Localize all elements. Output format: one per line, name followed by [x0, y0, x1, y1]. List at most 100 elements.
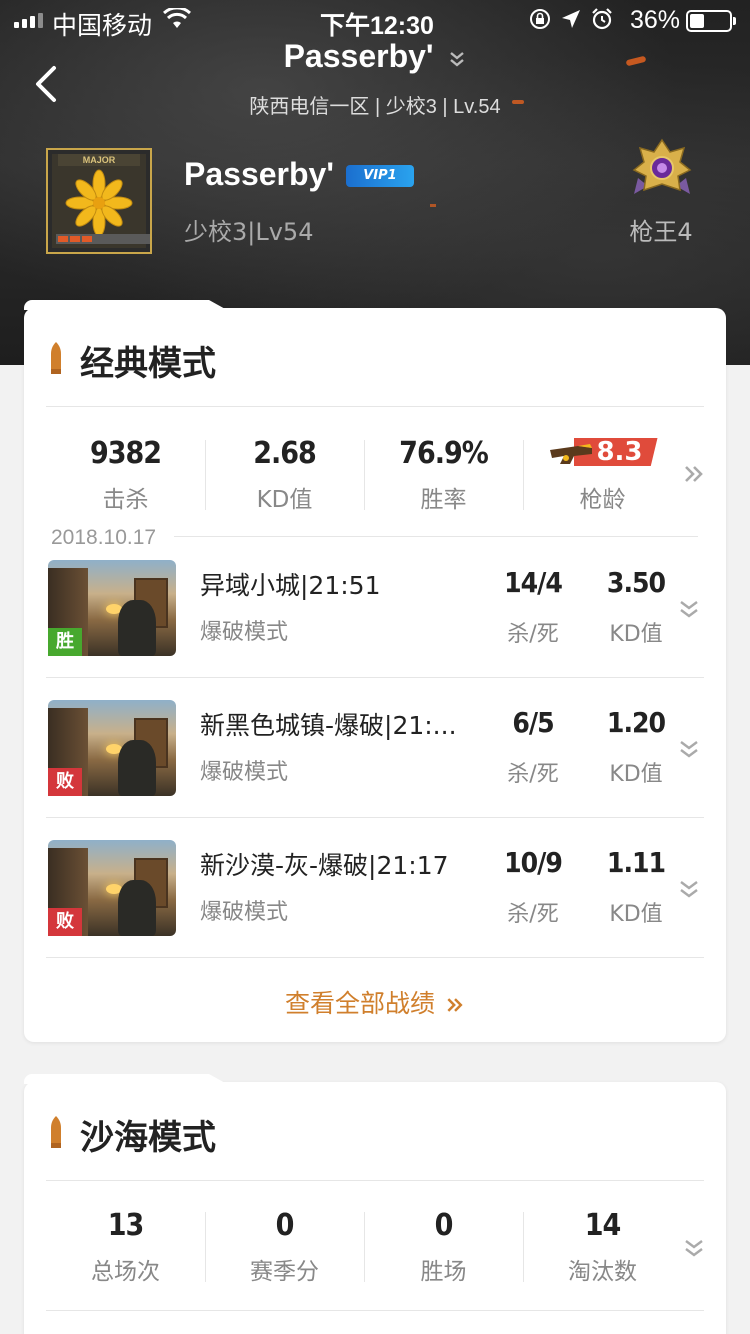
- match-kills-deaths-label: 杀/死: [507, 622, 559, 647]
- gun-age-tag: 8.3: [548, 436, 658, 468]
- result-badge: 败: [48, 908, 82, 936]
- desert-mode-card: 沙海模式 13 总场次 0 赛季分 0 胜场 14 淘汰数: [24, 1074, 726, 1334]
- stat-value: 0: [434, 1208, 454, 1243]
- player-name: Passerby': [184, 156, 334, 192]
- lock-rotation-icon: [530, 9, 550, 29]
- avatar-plate: MAJOR: [52, 154, 150, 248]
- stat-kills: 9382 击杀: [46, 436, 205, 516]
- nav-title-text: Passerby': [283, 38, 434, 74]
- divider: [46, 957, 704, 958]
- server-info: 陕西电信一区 | 少校3 | Lv.54: [249, 96, 501, 118]
- rank-title: 枪王4: [629, 218, 693, 246]
- double-chevron-down-icon[interactable]: [678, 878, 700, 900]
- gun-icon: [549, 444, 592, 464]
- nav-title[interactable]: Passerby': [0, 38, 750, 75]
- stat-season-points: 0 赛季分: [205, 1208, 364, 1288]
- chevron-down-icon: [450, 51, 465, 67]
- status-bar: 中国移动 下午12:30 36%: [0, 0, 750, 40]
- double-chevron-right-icon: [447, 998, 463, 1012]
- result-badge: 败: [48, 768, 82, 796]
- match-row[interactable]: 败 新黑色城镇-爆破|21:... 爆破模式 6/5 杀/死 1.20 KD值: [46, 678, 704, 818]
- card-title: 沙海模式: [80, 1118, 216, 1158]
- double-chevron-right-icon[interactable]: [682, 462, 706, 486]
- stat-value: 8.3: [596, 437, 643, 467]
- stat-label: 淘汰数: [568, 1259, 637, 1285]
- match-mode: 爆破模式: [200, 900, 289, 925]
- card-tab: [24, 300, 227, 310]
- divider: [46, 1180, 704, 1181]
- stat-gun-age: 8.3 枪龄: [523, 436, 682, 516]
- battery-percent: 36%: [630, 6, 681, 34]
- battery-icon: [686, 10, 736, 32]
- stat-kd: 2.68 KD值: [205, 436, 364, 516]
- stat-label: 总场次: [91, 1259, 160, 1285]
- divider: [46, 1310, 704, 1311]
- match-row[interactable]: 败 新沙漠-灰-爆破|21:17 爆破模式 10/9 杀/死 1.11 KD值: [46, 818, 704, 958]
- view-all-link[interactable]: 查看全部战绩: [24, 984, 726, 1020]
- bullet-icon: [51, 1116, 61, 1148]
- stat-value: 2.68: [253, 436, 317, 471]
- match-kills-deaths: 10/9: [504, 846, 563, 879]
- avatar-badge-text: MAJOR: [58, 154, 140, 166]
- match-map: 新沙漠-灰-爆破|21:17: [200, 851, 449, 880]
- match-kd-ratio-label: KD值: [609, 902, 663, 927]
- card-tab: [24, 1074, 227, 1084]
- carrier-name: 中国移动: [52, 12, 153, 40]
- classic-mode-card: 经典模式 9382 击杀 2.68 KD值 76.9% 胜率 8.3 枪龄 20…: [24, 300, 726, 1042]
- result-badge: 胜: [48, 628, 82, 656]
- stat-value: 0: [275, 1208, 295, 1243]
- view-all-label: 查看全部战绩: [285, 989, 436, 1018]
- alarm-icon: [592, 8, 612, 30]
- double-chevron-down-icon[interactable]: [682, 1236, 706, 1260]
- player-rank: 少校3|Lv54: [184, 218, 314, 246]
- match-kills-deaths-label: 杀/死: [507, 762, 559, 787]
- battery-level: [690, 14, 704, 28]
- double-chevron-down-icon[interactable]: [678, 738, 700, 760]
- stat-value: 14: [584, 1208, 622, 1243]
- stat-total-matches: 13 总场次: [46, 1208, 205, 1288]
- match-kd-ratio-label: KD值: [609, 762, 663, 787]
- stat-label: 枪龄: [579, 487, 626, 513]
- stat-wins: 0 胜场: [364, 1208, 523, 1288]
- rank-emblem-icon[interactable]: [632, 138, 692, 198]
- clock: 下午12:30: [320, 12, 434, 40]
- vip-badge: VIP1: [346, 165, 414, 187]
- card-title: 经典模式: [80, 344, 216, 384]
- double-chevron-down-icon[interactable]: [678, 598, 700, 620]
- match-row[interactable]: 胜 异域小城|21:51 爆破模式 14/4 杀/死 3.50 KD值: [46, 538, 704, 678]
- signal-icon: [14, 12, 43, 28]
- stat-label: 胜场: [420, 1259, 467, 1285]
- stat-value: 76.9%: [399, 436, 489, 471]
- location-icon: [562, 10, 580, 28]
- match-kd-ratio-label: KD值: [609, 622, 663, 647]
- classic-stats[interactable]: 9382 击杀 2.68 KD值 76.9% 胜率 8.3 枪龄: [46, 436, 682, 516]
- wifi-icon: [163, 8, 191, 28]
- stat-value: 9382: [89, 436, 162, 471]
- divider: [174, 536, 698, 537]
- stat-label: KD值: [256, 487, 313, 513]
- stat-label: 赛季分: [250, 1259, 319, 1285]
- match-kd-ratio: 1.11: [606, 846, 666, 879]
- stat-winrate: 76.9% 胜率: [364, 436, 523, 516]
- avatar-progress: [56, 234, 150, 244]
- match-kills-deaths: 14/4: [504, 566, 563, 599]
- stat-label: 胜率: [420, 487, 467, 513]
- desert-stats[interactable]: 13 总场次 0 赛季分 0 胜场 14 淘汰数: [46, 1208, 682, 1288]
- match-map: 新黑色城镇-爆破|21:...: [200, 711, 457, 740]
- status-icons: [528, 7, 614, 31]
- avatar[interactable]: MAJOR: [46, 148, 152, 254]
- decor-spark: [430, 204, 436, 207]
- match-kills-deaths: 6/5: [512, 706, 554, 739]
- divider: [46, 406, 704, 407]
- match-kd-ratio: 3.50: [606, 566, 666, 599]
- bullet-icon: [51, 342, 61, 374]
- stat-label: 击杀: [102, 487, 149, 513]
- match-mode: 爆破模式: [200, 760, 289, 785]
- match-kills-deaths-label: 杀/死: [507, 902, 559, 927]
- match-mode: 爆破模式: [200, 620, 289, 645]
- stat-eliminations: 14 淘汰数: [523, 1208, 682, 1288]
- medal-icon: [65, 169, 133, 237]
- match-map: 异域小城|21:51: [200, 571, 381, 600]
- match-kd-ratio: 1.20: [606, 706, 666, 739]
- stat-value: 13: [107, 1208, 145, 1243]
